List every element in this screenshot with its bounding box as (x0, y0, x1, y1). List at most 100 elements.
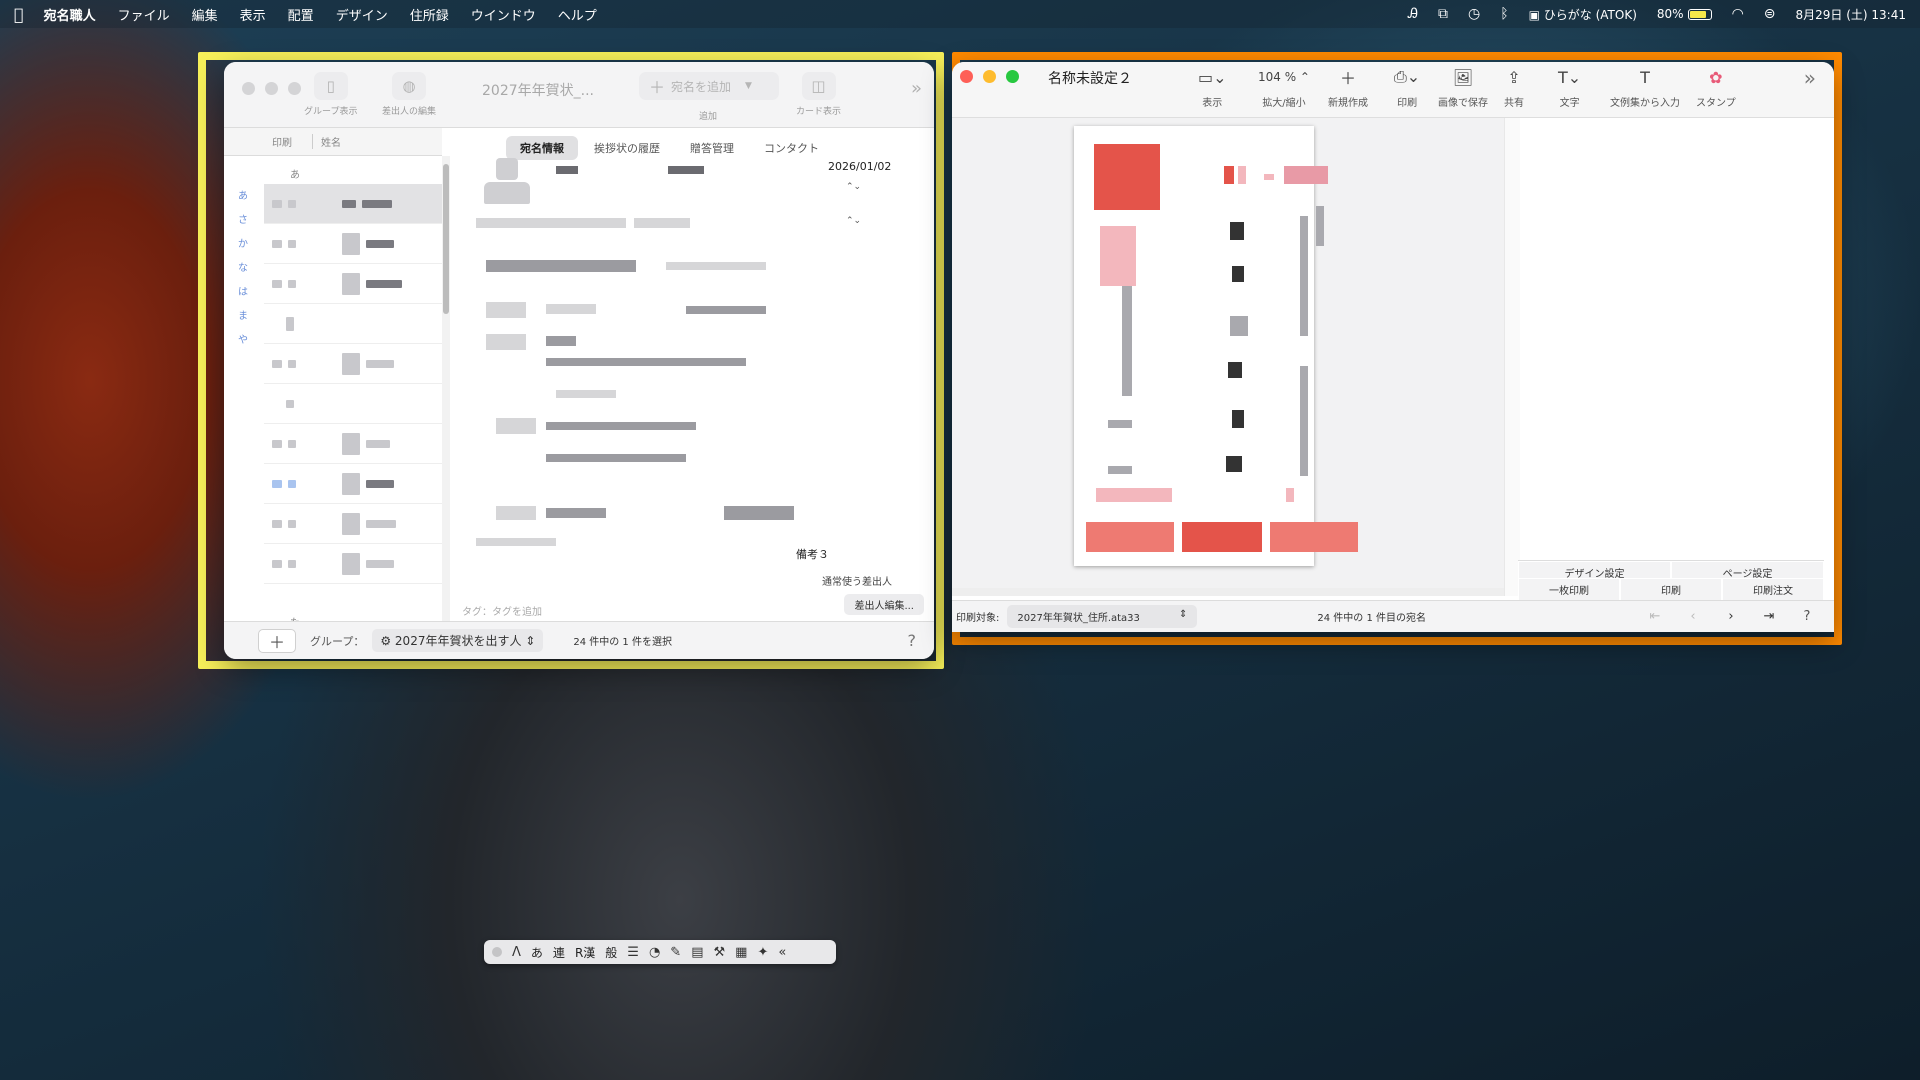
list-item[interactable] (264, 384, 442, 424)
time-machine-icon[interactable]: ◷ (1468, 6, 1480, 22)
ime-general[interactable]: 般 (605, 944, 617, 961)
add-group-button[interactable]: ＋ (258, 628, 296, 653)
bluetooth-icon[interactable]: ᛒ (1500, 6, 1508, 22)
list-item[interactable] (264, 224, 442, 264)
toolbar-zoom-button[interactable]: 104 % ⌃ 拡大/縮小 (1258, 66, 1310, 109)
stepper-icon[interactable]: ⌃⌄ (846, 216, 861, 226)
kana-index-item[interactable]: や (238, 331, 248, 346)
ime-conversion[interactable]: 連 (553, 944, 565, 961)
group-view-button[interactable]: ▯ グループ表示 (304, 72, 357, 117)
list-item[interactable] (264, 304, 442, 344)
toolbar-save-image-button[interactable]: 🖼 画像で保存 (1438, 66, 1488, 110)
sender-edit-popup-button[interactable]: 差出人編集... (844, 594, 924, 615)
kana-index-item[interactable]: は (238, 283, 248, 298)
canvas-vertical-scrollbar[interactable] (1504, 118, 1520, 596)
toolbar-text-button[interactable]: T⌄ 文字 (1558, 66, 1581, 110)
add-recipient-button[interactable]: ＋ 宛名を追加 ▼ (639, 72, 779, 100)
menu-app-name[interactable]: 宛名職人 (44, 5, 96, 24)
help-button[interactable]: ? (908, 631, 917, 650)
tab-greeting-history[interactable]: 挨拶状の履歴 (580, 136, 674, 160)
kana-index-item[interactable]: ま (238, 307, 248, 322)
next-record-icon[interactable]: › (1714, 607, 1748, 627)
column-name[interactable]: 姓名 (312, 134, 341, 149)
menu-arrange[interactable]: 配置 (288, 5, 314, 24)
menu-window[interactable]: ウインドウ (471, 5, 536, 24)
minimize-button[interactable] (265, 82, 278, 95)
tag-add-field[interactable]: タグ：タグを追加 (462, 603, 542, 618)
toolbar-share-button[interactable]: ⇪ 共有 (1504, 66, 1524, 110)
menu-view[interactable]: 表示 (240, 5, 266, 24)
ime-kanji[interactable]: R漢 (575, 944, 595, 961)
menu-edit[interactable]: 編集 (192, 5, 218, 24)
kana-index-item[interactable]: か (238, 235, 248, 250)
tab-contact[interactable]: コンタクト (750, 136, 833, 160)
control-center-icon[interactable]: ⊜ (1764, 6, 1776, 22)
sender-edit-button[interactable]: ◍ 差出人の編集 (382, 72, 436, 117)
single-print-button[interactable]: 一枚印刷 (1518, 578, 1620, 601)
prev-record-icon[interactable]: ‹ (1676, 607, 1710, 627)
list-item[interactable] (264, 544, 442, 584)
help-button[interactable]: ? (1790, 607, 1824, 627)
kana-index-item[interactable]: な (238, 259, 248, 274)
last-record-icon[interactable]: ⇥ (1752, 607, 1786, 627)
dictionary-icon[interactable]: ▤ (691, 945, 703, 960)
kana-index-item[interactable]: さ (238, 211, 248, 226)
toolbar-overflow-icon[interactable]: » (1804, 66, 1816, 90)
tab-recipient-info[interactable]: 宛名情報 (506, 136, 578, 160)
print-target-select[interactable]: 2027年年賀状_住所.ata33 ⇕ (1007, 605, 1198, 628)
stepper-icon[interactable]: ⌃⌄ (846, 182, 861, 192)
battery-status[interactable]: 80% (1657, 7, 1712, 21)
screen-mirroring-icon[interactable]: ⧉ (1438, 6, 1448, 22)
tab-gift-management[interactable]: 贈答管理 (676, 136, 748, 160)
avatar[interactable] (476, 158, 536, 208)
chevron-down-icon[interactable]: ▼ (745, 81, 752, 91)
palette-handle[interactable] (492, 947, 502, 957)
canvas-horizontal-scrollbar[interactable] (952, 588, 1504, 596)
atok-icon[interactable]: Ꭿ (1408, 6, 1418, 22)
list-item[interactable] (264, 264, 442, 304)
edit-icon[interactable]: ✎ (670, 945, 681, 960)
minimize-button[interactable] (983, 70, 996, 83)
list-scrollbar[interactable] (442, 156, 450, 626)
print-button[interactable]: 印刷 (1620, 578, 1722, 601)
settings-icon[interactable]: ✦ (757, 945, 768, 960)
toolbar-template-button[interactable]: T 文例集から入力 (1610, 66, 1680, 110)
kana-index-item[interactable]: あ (238, 187, 248, 202)
menu-help[interactable]: ヘルプ (558, 5, 597, 24)
toolbar-new-button[interactable]: ＋ 新規作成 (1328, 66, 1368, 109)
list-item[interactable] (264, 424, 442, 464)
menu-address-book[interactable]: 住所録 (410, 5, 449, 24)
menu-list-icon[interactable]: ☰ (627, 945, 639, 960)
apple-icon[interactable]:  (14, 5, 24, 24)
menu-file[interactable]: ファイル (118, 5, 170, 24)
group-select[interactable]: ⚙ 2027年年賀状を出す人 ⇕ (372, 629, 544, 652)
date-field[interactable]: 2026/01/02 (828, 160, 891, 173)
list-item[interactable] (264, 504, 442, 544)
toolbar-overflow-icon[interactable]: » (911, 78, 922, 99)
collapse-icon[interactable]: « (778, 945, 786, 960)
card-view-button[interactable]: ◫ カード表示 (796, 72, 841, 117)
record-icon[interactable]: ◔ (649, 945, 660, 960)
list-scrollbar-thumb[interactable] (443, 164, 449, 314)
calculator-icon[interactable]: ▦ (735, 945, 747, 960)
toolbar-print-button[interactable]: ⎙⌄ 印刷 (1394, 66, 1420, 109)
toolbar-display-button[interactable]: ▭⌄ 表示 (1198, 66, 1227, 110)
toolbar-stamp-button[interactable]: ✿ スタンプ (1696, 66, 1736, 110)
list-item[interactable] (264, 344, 442, 384)
menubar-clock[interactable]: 8月29日 (土) 13:41 (1796, 6, 1906, 23)
zoom-button[interactable] (1006, 70, 1019, 83)
first-record-icon[interactable]: ⇤ (1638, 607, 1672, 627)
close-button[interactable] (242, 82, 255, 95)
postcard-preview[interactable] (1074, 126, 1358, 566)
close-button[interactable] (960, 70, 973, 83)
list-item[interactable] (264, 184, 442, 224)
print-order-button[interactable]: 印刷注文 (1722, 578, 1824, 601)
column-print[interactable]: 印刷 (224, 134, 292, 149)
tools-icon[interactable]: ⚒ (714, 945, 726, 960)
menu-design[interactable]: デザイン (336, 5, 388, 24)
input-mode[interactable]: ▣ ひらがな (ATOK) (1529, 6, 1637, 23)
atok-logo-icon[interactable]: Λ (512, 945, 521, 960)
ime-mode[interactable]: あ (531, 944, 543, 961)
list-item[interactable] (264, 464, 442, 504)
wifi-icon[interactable]: ◠ (1732, 6, 1744, 22)
